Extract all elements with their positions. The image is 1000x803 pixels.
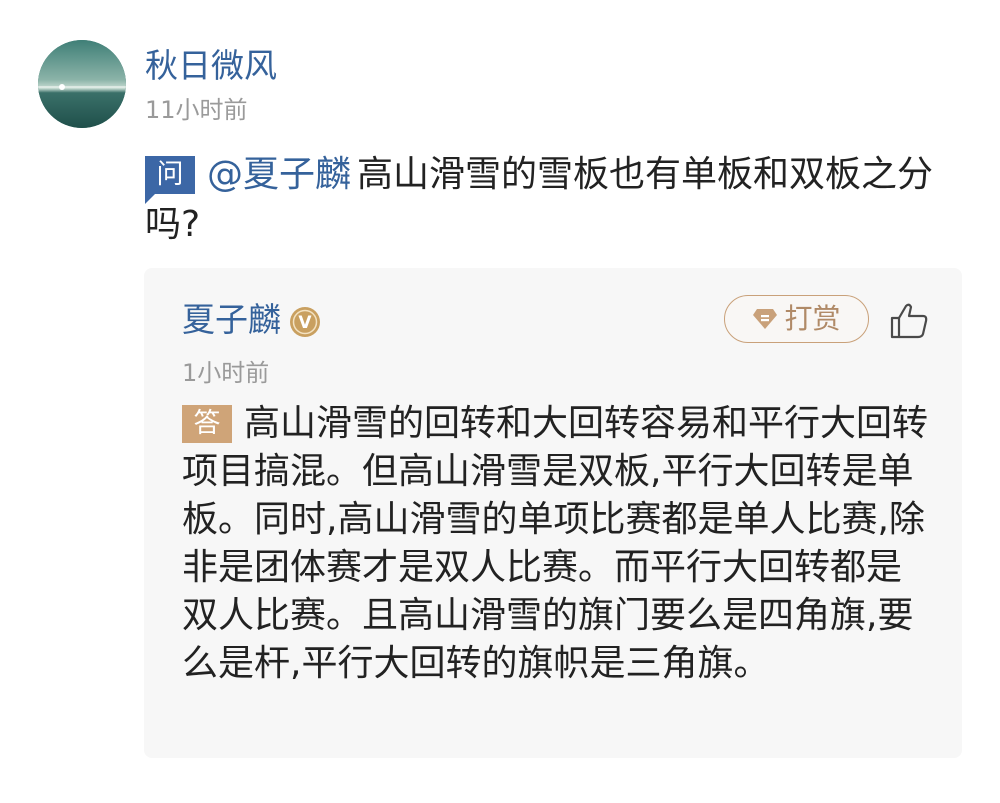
mention-link[interactable]: @夏子麟 bbox=[207, 154, 351, 195]
question-author-name[interactable]: 秋日微风 bbox=[145, 44, 277, 88]
verified-v-icon: V bbox=[290, 307, 320, 337]
question-timestamp: 11小时前 bbox=[145, 96, 248, 124]
landscape-avatar-image bbox=[38, 40, 126, 128]
gem-icon bbox=[753, 309, 778, 329]
answer-text-block: 答高山滑雪的回转和大回转容易和平行大回转项目搞混。但高山滑雪是双板,平行大回转是… bbox=[182, 400, 930, 688]
answer-author-name[interactable]: 夏子麟 bbox=[182, 298, 281, 342]
question-text-block: 问 @夏子麟 高山滑雪的雪板也有单板和双板之分吗? bbox=[145, 150, 975, 250]
answer-card: 夏子麟 V 打赏 1小时前 答高山滑雪的回转和大回转容易和平行大回转项目搞混。但… bbox=[144, 268, 962, 758]
tip-button[interactable]: 打赏 bbox=[724, 295, 869, 343]
qa-post: 秋日微风 11小时前 问 @夏子麟 高山滑雪的雪板也有单板和双板之分吗? 夏子麟 V… bbox=[0, 0, 1000, 803]
tip-label: 打赏 bbox=[784, 302, 841, 335]
answer-badge: 答 bbox=[182, 405, 232, 443]
question-badge: 问 bbox=[145, 156, 195, 204]
svg-text:V: V bbox=[298, 313, 312, 333]
avatar[interactable] bbox=[38, 40, 126, 128]
answer-timestamp: 1小时前 bbox=[182, 359, 270, 387]
answer-text: 高山滑雪的回转和大回转容易和平行大回转项目搞混。但高山滑雪是双板,平行大回转是单… bbox=[182, 403, 929, 684]
thumbs-up-icon[interactable] bbox=[889, 302, 929, 340]
